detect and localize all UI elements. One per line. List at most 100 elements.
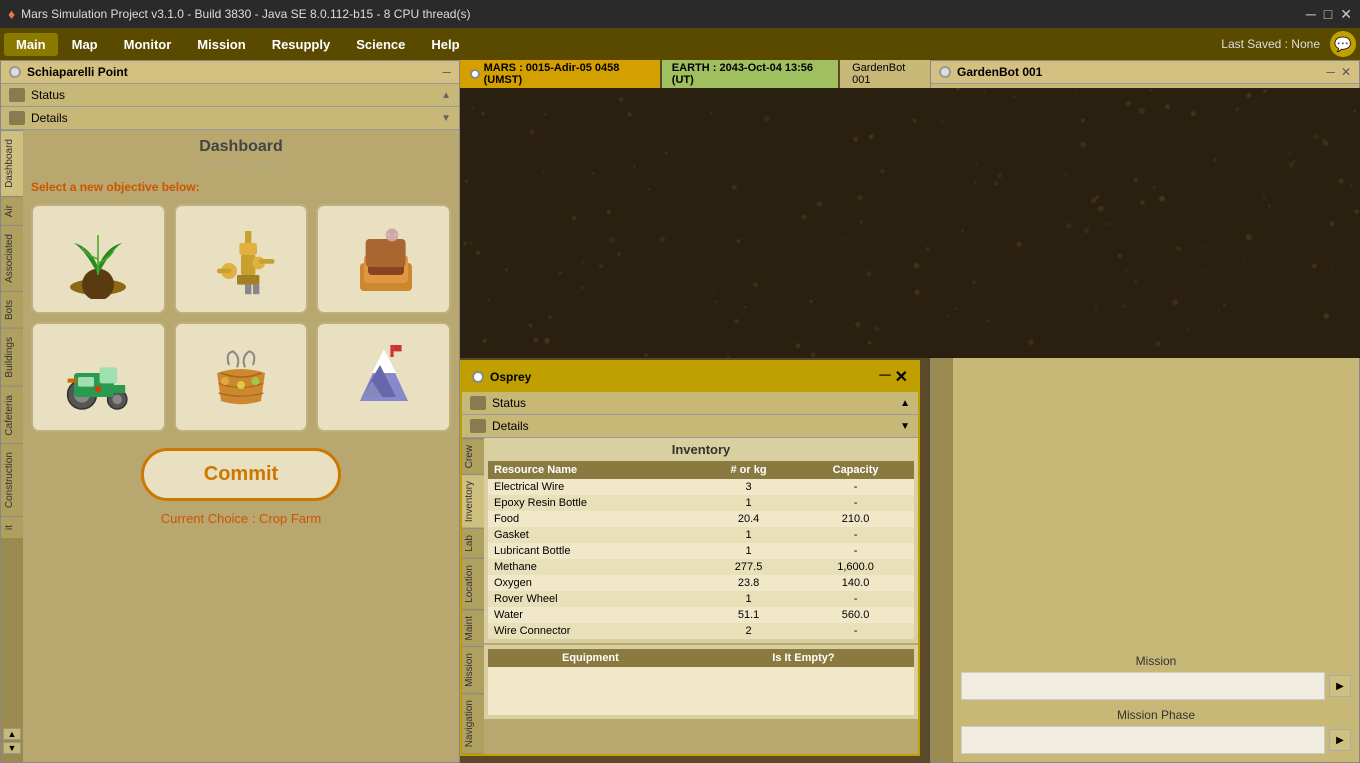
inventory-row: Gasket 1 - <box>488 527 914 543</box>
objective-grid <box>31 204 451 432</box>
minimize-btn[interactable]: ─ <box>1306 6 1316 23</box>
mission-phase-label: Mission Phase <box>961 708 1351 722</box>
obj-crop-farm[interactable] <box>31 204 166 314</box>
app-icon: ♦ <box>8 6 15 22</box>
mission-phase-btn[interactable]: ▶ <box>1329 729 1351 751</box>
equipment-header: Equipment Is It Empty? <box>488 649 914 667</box>
mission-btn[interactable]: ▶ <box>1329 675 1351 697</box>
equipment-body <box>488 667 914 715</box>
eq-empty <box>693 699 914 715</box>
obj-education[interactable] <box>316 204 451 314</box>
left-tab-scroll-up[interactable]: ▲ ▼ <box>3 728 21 754</box>
menu-bar: Main Map Monitor Mission Resupply Scienc… <box>0 28 1360 60</box>
osprey-dot <box>472 371 484 383</box>
inventory-table: Resource Name # or kg Capacity Electrica… <box>488 461 914 639</box>
left-panel-minimize[interactable]: ─ <box>442 65 451 79</box>
mission-phase-input[interactable] <box>961 726 1325 754</box>
resource-name: Electrical Wire <box>488 479 700 495</box>
chat-button[interactable]: 💬 <box>1330 31 1356 57</box>
trade-icon <box>201 337 281 417</box>
resource-name: Oxygen <box>488 575 700 591</box>
left-panel-dot <box>9 66 21 78</box>
equipment-table: Equipment Is It Empty? <box>488 649 914 715</box>
menu-resupply[interactable]: Resupply <box>260 33 343 56</box>
close-btn[interactable]: ✕ <box>1340 6 1352 23</box>
mars-dot <box>470 69 480 79</box>
osprey-status-arrow[interactable]: ▲ <box>900 398 910 409</box>
menu-map[interactable]: Map <box>60 33 110 56</box>
inventory-row: Lubricant Bottle 1 - <box>488 543 914 559</box>
osprey-details-label: Details <box>492 419 529 433</box>
tab-construction[interactable]: Construction <box>1 443 23 516</box>
osprey-vertical-tabs: Crew Inventory Lab Location Maint Missio… <box>462 438 484 754</box>
menu-mission[interactable]: Mission <box>185 33 257 56</box>
mars-time: MARS : 0015-Adir-05 0458 (UMST) <box>484 62 650 86</box>
menu-main[interactable]: Main <box>4 33 58 56</box>
resource-capacity: - <box>797 623 914 639</box>
earth-time: EARTH : 2043-Oct-04 13:56 (UT) <box>672 62 828 86</box>
left-panel: Schiaparelli Point ─ Status ▲ Details ▼ … <box>0 60 460 763</box>
osprey-status-label: Status <box>492 396 526 410</box>
tab-associated[interactable]: Associated <box>1 225 23 291</box>
right-panel-close[interactable]: ✕ <box>1341 65 1351 79</box>
menu-science[interactable]: Science <box>344 33 417 56</box>
osprey-tab-location[interactable]: Location <box>462 558 484 609</box>
osprey-tab-maint[interactable]: Maint <box>462 609 484 646</box>
right-panel-titlebar: GardenBot 001 ─ ✕ <box>931 61 1359 84</box>
tab-buildings[interactable]: Buildings <box>1 328 23 386</box>
resource-name: Food <box>488 511 700 527</box>
mission-input[interactable] <box>961 672 1325 700</box>
resource-amount: 3 <box>700 479 797 495</box>
obj-manufacturing[interactable] <box>174 204 309 314</box>
obj-adventure[interactable] <box>316 322 451 432</box>
col-amount: # or kg <box>700 461 797 479</box>
tab-cafeteria[interactable]: Cafeteria <box>1 386 23 444</box>
equipment-header-row: Equipment Is It Empty? <box>488 649 914 667</box>
menu-monitor[interactable]: Monitor <box>112 33 184 56</box>
osprey-tab-inventory[interactable]: Inventory <box>462 474 484 528</box>
inventory-row: Electrical Wire 3 - <box>488 479 914 495</box>
details-arrow[interactable]: ▼ <box>441 113 451 124</box>
osprey-status-section[interactable]: Status ▲ <box>462 392 918 415</box>
eq-name <box>488 683 693 699</box>
gardenbot-time-bar: GardenBot 001 <box>840 60 930 88</box>
osprey-minimize[interactable]: ─ <box>879 367 890 387</box>
resource-capacity: - <box>797 527 914 543</box>
equipment-row <box>488 683 914 699</box>
left-status-section[interactable]: Status ▲ <box>1 84 459 107</box>
tab-air[interactable]: Air <box>1 196 23 225</box>
resource-name: Gasket <box>488 527 700 543</box>
obj-transportation[interactable] <box>31 322 166 432</box>
tab-dashboard[interactable]: Dashboard <box>1 130 23 196</box>
eq-empty <box>693 683 914 699</box>
osprey-details-section[interactable]: Details ▼ <box>462 415 918 438</box>
mission-phase-row: ▶ <box>961 726 1351 754</box>
osprey-tab-crew[interactable]: Crew <box>462 438 484 474</box>
maximize-btn[interactable]: □ <box>1324 6 1332 23</box>
osprey-status-icon <box>470 396 486 410</box>
osprey-details-arrow[interactable]: ▼ <box>900 421 910 432</box>
commit-button[interactable]: Commit <box>141 448 341 501</box>
inventory-table-body: Electrical Wire 3 - Epoxy Resin Bottle 1… <box>488 479 914 639</box>
resource-amount: 23.8 <box>700 575 797 591</box>
osprey-tab-navigation[interactable]: Navigation <box>462 693 484 753</box>
col-capacity: Capacity <box>797 461 914 479</box>
right-panel-dot <box>939 66 951 78</box>
tab-it[interactable]: it <box>1 516 23 538</box>
crop-farm-icon <box>58 219 138 299</box>
menu-help[interactable]: Help <box>419 33 471 56</box>
resource-capacity: 1,600.0 <box>797 559 914 575</box>
tab-bots[interactable]: Bots <box>1 291 23 328</box>
osprey-close[interactable]: ✕ <box>895 367 908 387</box>
main-area: Schiaparelli Point ─ Status ▲ Details ▼ … <box>0 60 1360 763</box>
right-panel-minimize[interactable]: ─ <box>1326 65 1335 79</box>
inventory-row: Wire Connector 2 - <box>488 623 914 639</box>
osprey-tab-lab[interactable]: Lab <box>462 528 484 558</box>
inventory-header-row: Resource Name # or kg Capacity <box>488 461 914 479</box>
status-arrow[interactable]: ▲ <box>441 90 451 101</box>
left-details-section[interactable]: Details ▼ <box>1 107 459 130</box>
obj-trade[interactable] <box>174 322 309 432</box>
select-objective-label: Select a new objective below: <box>31 180 451 194</box>
manufacturing-icon <box>201 219 281 299</box>
osprey-tab-mission[interactable]: Mission <box>462 646 484 693</box>
